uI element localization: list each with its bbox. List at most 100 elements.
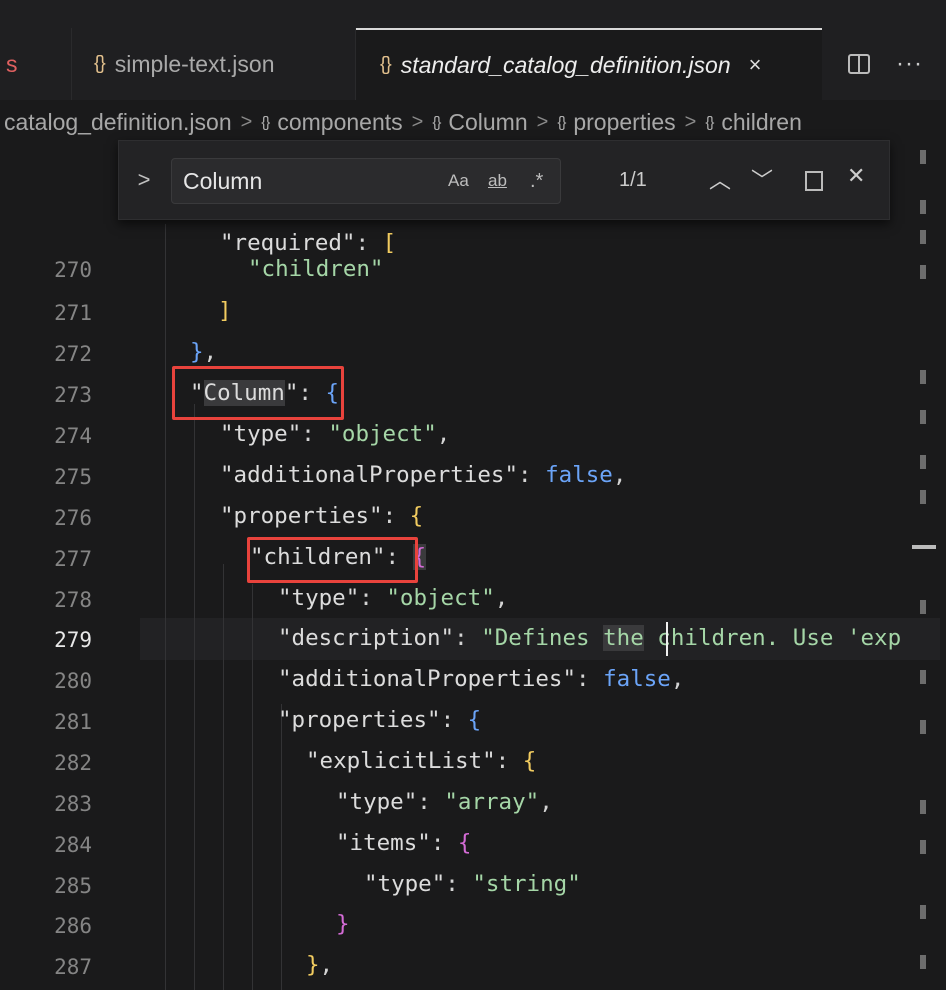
overview-ruler-mark <box>920 600 926 614</box>
overview-ruler-mark <box>920 230 926 244</box>
line-number: 271 <box>54 301 92 325</box>
editor-actions: ··· <box>836 28 946 100</box>
annotation-box-children <box>247 537 418 583</box>
line-number: 278 <box>54 588 92 612</box>
breadcrumb: catalog_definition.json > {} components … <box>0 100 946 144</box>
line-number: 287 <box>54 955 92 979</box>
overview-ruler-mark <box>920 150 926 164</box>
line-number: 277 <box>54 547 92 571</box>
close-icon[interactable]: ✕ <box>847 163 865 189</box>
code-line-275: "additionalProperties": false, <box>220 462 627 488</box>
match-case-icon[interactable]: Aa <box>448 159 469 203</box>
match-whole-word-icon[interactable]: ab <box>488 159 507 203</box>
chevron-right-icon: > <box>411 110 424 133</box>
code-line-285: "type": "string" <box>364 871 581 897</box>
code-line-286: } <box>336 911 350 937</box>
cursor-position-marker <box>912 545 936 549</box>
line-number: 274 <box>54 424 92 448</box>
split-editor-icon[interactable] <box>848 54 870 74</box>
more-actions-icon[interactable]: ··· <box>896 50 923 78</box>
overview-ruler-mark <box>920 200 926 214</box>
code-line-274: "type": "object", <box>220 421 451 447</box>
overview-ruler-mark <box>920 840 926 854</box>
code-line-276: "properties": { <box>220 503 424 529</box>
overview-ruler-mark <box>920 265 926 279</box>
overview-ruler-mark <box>920 670 926 684</box>
line-number: 270 <box>54 258 92 282</box>
indent-guide <box>165 224 166 990</box>
overview-ruler-mark <box>920 800 926 814</box>
line-number: 273 <box>54 383 92 407</box>
indent-guide <box>194 404 195 990</box>
find-input[interactable]: Column Aa ab .* <box>171 158 561 204</box>
find-match-count: 1/1 <box>619 169 647 191</box>
tab-partial[interactable]: s <box>0 28 72 100</box>
line-number: 276 <box>54 506 92 530</box>
next-match-icon[interactable]: ﹀ <box>751 163 773 195</box>
code-line-271: ] <box>218 298 232 324</box>
close-icon[interactable]: × <box>749 52 762 78</box>
breadcrumb-item-components[interactable]: {} components <box>261 109 402 136</box>
code-line-278: "type": "object", <box>278 585 509 611</box>
breadcrumb-item-properties[interactable]: {} properties <box>557 109 675 136</box>
overview-ruler-mark <box>920 905 926 919</box>
text-cursor <box>666 622 668 656</box>
find-widget: > Column Aa ab .* 1/1 ︿ ﹀ ✕ <box>118 140 890 220</box>
tab-simple-text-json[interactable]: {} simple-text.json <box>72 28 356 100</box>
overview-ruler-mark <box>920 720 926 734</box>
find-query: Column <box>183 167 263 194</box>
line-number: 283 <box>54 792 92 816</box>
annotation-box-column <box>172 366 344 420</box>
indent-guide <box>252 584 253 990</box>
overview-ruler-mark <box>920 955 926 969</box>
code-line-272: }, <box>190 339 218 365</box>
breadcrumb-file[interactable]: catalog_definition.json <box>4 109 232 136</box>
tab-label: simple-text.json <box>114 50 275 77</box>
line-number: 286 <box>54 914 92 938</box>
overview-ruler-mark <box>920 410 926 424</box>
json-file-icon: {} <box>94 53 106 74</box>
regex-icon[interactable]: .* <box>530 159 543 203</box>
tab-standard-catalog-definition[interactable]: {} standard_catalog_definition.json × <box>356 28 822 100</box>
line-number: 281 <box>54 710 92 734</box>
previous-match-icon[interactable]: ︿ <box>709 163 731 195</box>
line-number: 284 <box>54 833 92 857</box>
code-line-284: "items": { <box>336 830 472 856</box>
line-number: 285 <box>54 874 92 898</box>
breadcrumb-label: properties <box>573 108 676 135</box>
indent-guide <box>223 564 224 990</box>
code-line-282: "explicitList": { <box>306 748 537 774</box>
code-line-279: "description": "Defines the children. Us… <box>278 625 902 651</box>
json-file-icon: {} <box>380 54 392 75</box>
tab-bar: s {} simple-text.json {} standard_catalo… <box>0 0 946 100</box>
chevron-right-icon: > <box>240 110 253 133</box>
code-line-required: "required": [ <box>220 230 397 256</box>
object-icon: {} <box>705 113 714 131</box>
breadcrumb-label: components <box>277 108 403 135</box>
line-number: 282 <box>54 751 92 775</box>
line-number: 280 <box>54 669 92 693</box>
breadcrumb-label: children <box>721 108 802 135</box>
code-line-270: "children" <box>248 256 384 282</box>
chevron-right-icon: > <box>536 110 549 133</box>
overview-ruler-mark <box>920 490 926 504</box>
indent-guide <box>281 704 282 990</box>
tab-label: standard_catalog_definition.json <box>400 51 731 78</box>
chevron-right-icon: > <box>684 110 697 133</box>
line-number: 272 <box>54 342 92 366</box>
tab-partial-label: s <box>6 50 18 77</box>
line-number-active: 279 <box>54 628 92 652</box>
code-line-283: "type": "array", <box>336 789 553 815</box>
object-icon: {} <box>557 113 566 131</box>
object-icon: {} <box>432 113 441 131</box>
breadcrumb-item-children[interactable]: {} children <box>705 109 802 136</box>
breadcrumb-label: Column <box>448 108 528 135</box>
code-editor[interactable]: 270 271 272 273 274 275 276 277 278 279 … <box>0 144 946 990</box>
find-in-selection-icon[interactable] <box>805 171 823 191</box>
breadcrumb-item-column[interactable]: {} Column <box>432 109 527 136</box>
line-number: 275 <box>54 465 92 489</box>
code-line-281: "properties": { <box>278 707 482 733</box>
overview-ruler-mark <box>920 455 926 469</box>
toggle-replace-icon[interactable]: > <box>119 167 169 193</box>
code-line-287: }, <box>306 952 334 978</box>
